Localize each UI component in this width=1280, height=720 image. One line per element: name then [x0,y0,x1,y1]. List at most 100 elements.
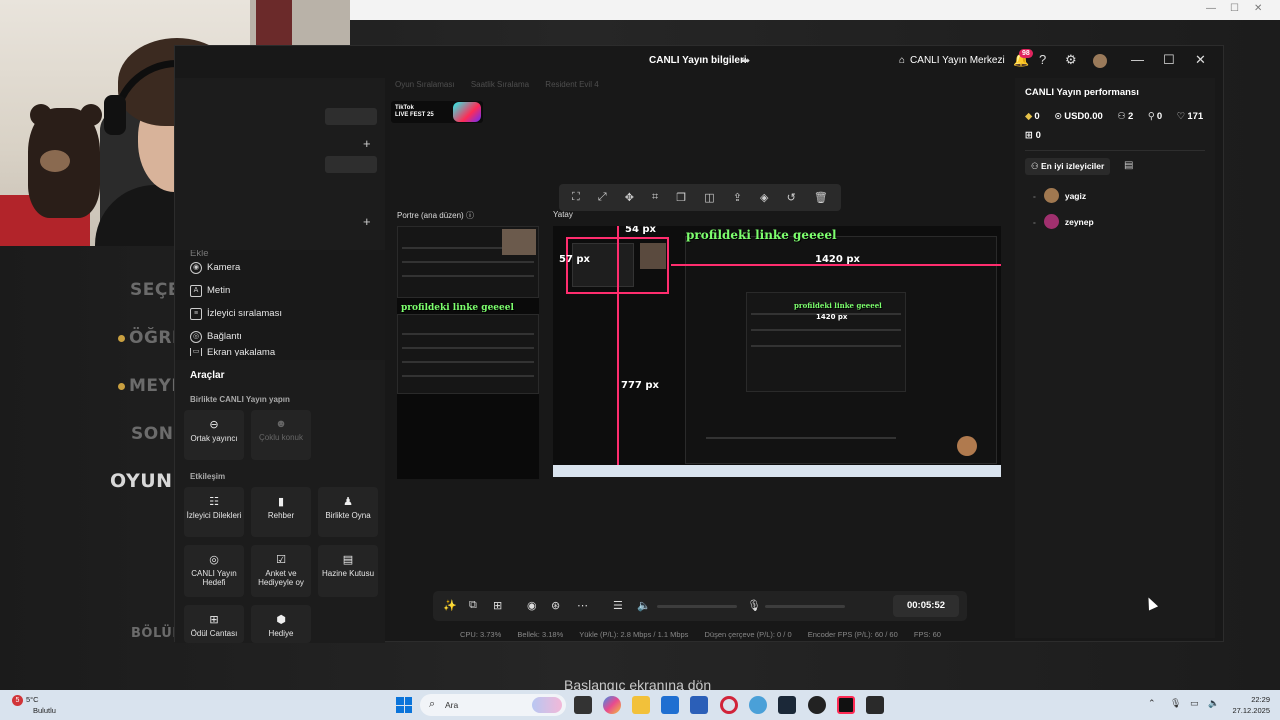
add-source-icon[interactable]: + [363,214,371,229]
nested-overlay-text: profildeki linke geeeel [794,301,882,310]
live-goal-button[interactable]: ◎ CANLI Yayın Hedefi [184,545,244,597]
stream-controls: ✨ ⧉ ⊞ ◉ ⊛ ⋯ ☰ 🔈 🎙 00:05:52 [433,591,967,621]
list-item[interactable]: - zeynep [1033,214,1094,229]
source-item-screen-capture[interactable]: ▭ Ekran yakalama [175,348,385,356]
list-item[interactable]: - yagiz [1033,188,1086,203]
microphone-icon[interactable]: 🎙 [747,599,761,612]
task-view-icon[interactable] [574,696,592,714]
file-explorer-icon[interactable] [632,696,650,714]
more-icon[interactable]: ⋯ [577,599,588,612]
replay-icon[interactable]: ⊛ [551,599,560,612]
tools-panel: Araçlar Birlikte CANLI Yayın yapın ⊖ Orta… [175,360,385,643]
fullscreen-icon[interactable]: ⛶ [572,191,580,204]
gear-icon[interactable]: ⚙ [1065,52,1077,68]
terminal-icon[interactable] [866,696,884,714]
speaker-icon[interactable]: 🔈 [637,599,651,612]
bring-front-icon[interactable]: ⇪ [733,191,742,204]
performance-stats: CPU: 3.73% Bellek: 3.18% Yükle (P/L): 2.… [460,630,955,639]
tab-hourly-ranking[interactable]: Saatlik Sıralama [471,80,529,89]
info-icon[interactable]: ⓘ [466,211,474,220]
home-icon: ⌂ [899,55,906,66]
volume-icon[interactable]: 🔈 [1208,698,1219,709]
co-host-button[interactable]: ⊖ Ortak yayıncı [184,410,244,460]
help-icon[interactable]: ? [1039,52,1046,67]
gifts-metric: ⊞ 0 [1025,130,1041,141]
browser-maximize-icon: ☐ [1230,3,1239,14]
start-button[interactable] [396,697,412,713]
reward-bag-button[interactable]: ⊞ Ödül Cantası [184,605,244,643]
source-item-camera[interactable]: ◉ Kamera [175,256,385,279]
mic-volume-slider[interactable] [765,605,845,608]
layout-icon[interactable]: ⊞ [493,599,502,612]
flip-icon[interactable]: ◫ [704,191,714,204]
close-icon[interactable]: ✕ [1195,52,1206,68]
search-input[interactable]: ⌕ Ara [420,694,566,716]
background-browser-bar: — ☐ ✕ [350,0,1280,20]
outlook-icon[interactable] [690,696,708,714]
layers-icon[interactable]: ◈ [760,191,768,204]
treasure-box-button[interactable]: ▤ Hazine Kutusu [318,545,378,597]
poll-button[interactable]: ☑ Anket ve Hediyeyle oy [251,545,311,597]
tab-resident-evil[interactable]: Resident Evil 4 [545,80,598,89]
multi-guest-icon: ☻ [275,418,287,430]
screen-add-icon[interactable]: ⧉ [469,599,477,612]
scene-pill[interactable] [325,108,377,125]
live-studio-window: CANLI Yayın bilgileri ➦ ⌂ CANLI Yayın Mer… [174,45,1225,643]
speaker-volume-slider[interactable] [657,605,737,608]
microphone-tray-icon[interactable]: 🎙 [1170,698,1181,709]
source-tabs: Oyun Sıralaması Saatlik Sıralama Residen… [395,80,613,89]
display-icon[interactable]: ▭ [1190,698,1199,709]
portrait-preview[interactable]: profildeki linke geeeel [397,226,539,479]
maximize-icon[interactable]: ☐ [1163,52,1175,68]
mini-taskbar [553,465,1001,477]
diamond-icon: ◆ [1025,111,1033,122]
multi-guest-button[interactable]: ☻ Çoklu konuk [251,410,311,460]
taskbar: 5 5°C Bulutlu ⌕ Ara ⌃ 🎙 ▭ 🔈 22:29 27.12.20… [0,690,1280,720]
viewer-wishes-icon: ☷ [209,496,219,508]
store-icon[interactable] [661,696,679,714]
source-item-ranking[interactable]: ≡ İzleyici sıralaması [175,302,385,325]
tab-top-viewers[interactable]: ⚇ En iyi izleyiciler [1025,158,1111,175]
avatar[interactable] [1093,54,1107,68]
chevron-up-icon[interactable]: ⌃ [1148,698,1156,709]
copilot-icon[interactable] [603,696,621,714]
settings-app-icon[interactable] [749,696,767,714]
mixer-icon[interactable]: ☰ [613,599,623,612]
play-together-button[interactable]: ♟ Birlikte Oyna [318,487,378,537]
add-scene-icon[interactable]: + [363,136,371,151]
landscape-preview[interactable]: profildeki linke geeeel 1420 px profilde… [553,226,1001,477]
tab-game-ranking[interactable]: Oyun Sıralaması [395,80,455,89]
magic-wand-icon[interactable]: ✨ [443,599,457,612]
clock[interactable]: 22:29 27.12.2025 [1228,694,1270,716]
viewer-wishes-button[interactable]: ☷ İzleyici Dilekleri [184,487,244,537]
weather-widget[interactable]: 5 5°C Bulutlu [12,695,56,716]
record-icon[interactable]: ◉ [527,599,537,612]
app-icon[interactable] [808,696,826,714]
notification-badge: 98 [1019,49,1033,58]
expand-icon[interactable]: ⤢ [598,191,607,204]
live-fest-logo [453,102,481,122]
gift-button[interactable]: ⬢ Hediye [251,605,311,643]
minimize-icon[interactable]: — [1131,52,1144,67]
duplicate-icon[interactable]: ❐ [676,191,686,204]
live-center-button[interactable]: ⌂ CANLI Yayın Merkezi [899,55,1005,66]
tiktok-live-icon[interactable] [837,696,855,714]
list-icon[interactable]: ▤ [1124,160,1133,171]
section-label-engage: Etkileşim [190,472,226,481]
scene-pill[interactable] [325,156,377,173]
share-icon[interactable]: ➦ [741,54,750,67]
crop-icon[interactable]: ⌗ [652,191,658,204]
rotate-icon[interactable]: ↺ [787,191,796,204]
guide-button[interactable]: ▮ Rehber [251,487,311,537]
source-item-link[interactable]: ◎ Bağlantı [175,325,385,348]
source-item-text[interactable]: A Metin [175,279,385,302]
stat-upload: Yükle (P/L): 2.8 Mbps / 1.1 Mbps [579,630,689,639]
center-icon[interactable]: ✥ [625,191,634,204]
steam-icon[interactable] [778,696,796,714]
opera-icon[interactable] [720,696,738,714]
delete-icon[interactable]: 🗑 [814,191,828,204]
browser-close-icon: ✕ [1254,3,1263,14]
performance-title: CANLI Yayın performansı [1025,87,1139,98]
stat-dropped: Düşen çerçeve (P/L): 0 / 0 [704,630,792,639]
title-bar: CANLI Yayın bilgileri ➦ ⌂ CANLI Yayın Mer… [175,46,1225,76]
